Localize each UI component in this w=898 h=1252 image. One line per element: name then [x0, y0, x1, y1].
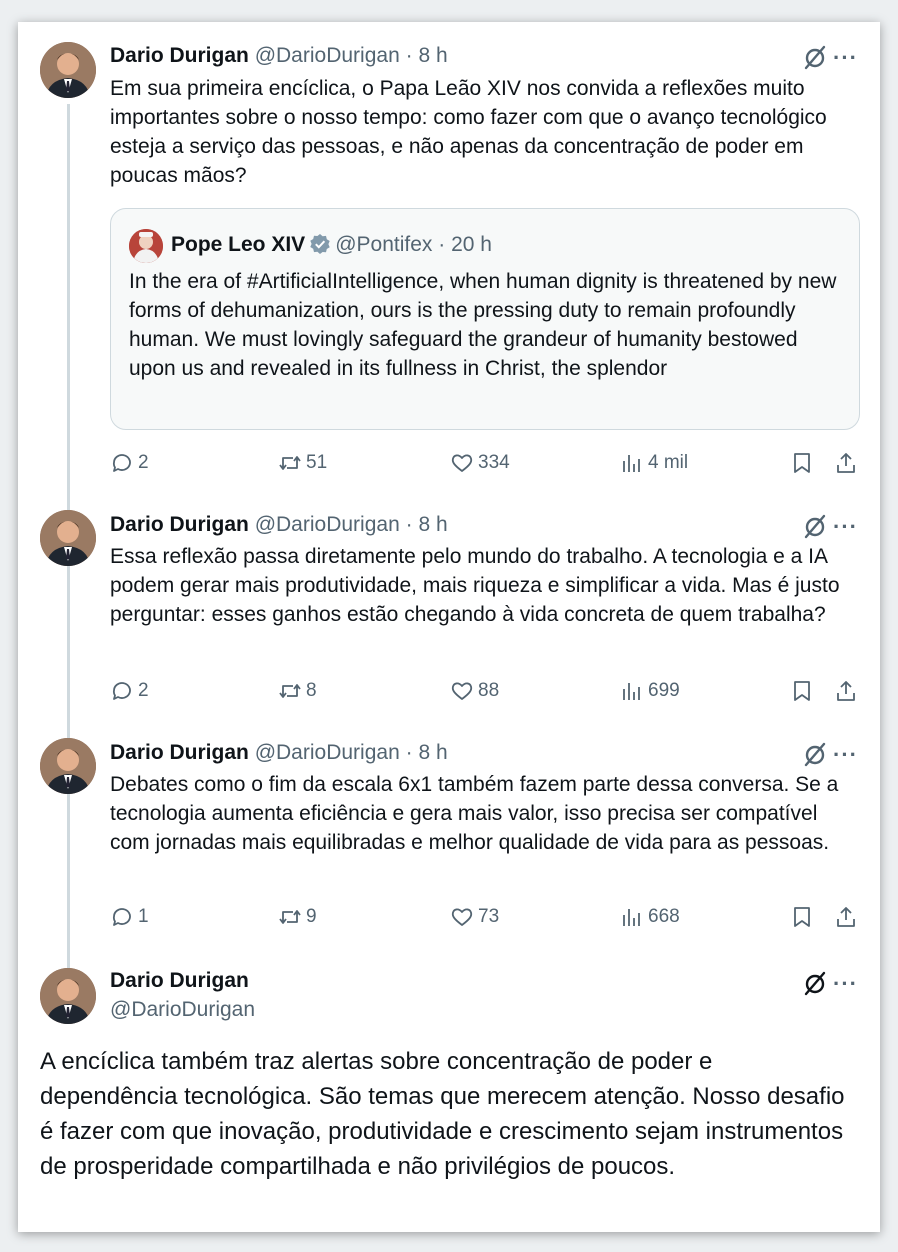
author-handle[interactable]: @DarioDurigan [110, 995, 255, 1024]
bookmark-button[interactable] [790, 448, 818, 478]
grok-icon[interactable] [802, 970, 828, 996]
view-count: 699 [648, 680, 680, 701]
bookmark-button[interactable] [790, 676, 818, 706]
retweet-button[interactable]: 8 [278, 676, 317, 706]
author-handle[interactable]: @DarioDurigan [255, 741, 400, 764]
tweet-actions: 1 9 73 668 [110, 902, 862, 932]
views-icon [623, 683, 640, 700]
reply-icon [112, 682, 131, 700]
like-button[interactable]: 73 [450, 902, 499, 932]
tweet-actions: 2 51 334 4 mil [110, 448, 862, 478]
view-count: 4 mil [648, 452, 689, 473]
like-icon [451, 682, 473, 700]
timestamp[interactable]: 8 h [418, 741, 447, 764]
author-handle[interactable]: @DarioDurigan [255, 44, 400, 67]
share-icon [837, 681, 855, 701]
retweet-icon [279, 684, 301, 698]
reply-button[interactable]: 2 [110, 676, 149, 706]
share-button[interactable] [834, 448, 862, 478]
tweet-actions: 2 8 88 699 [110, 676, 862, 706]
retweet-button[interactable]: 9 [278, 902, 317, 932]
tweet-text: Em sua primeira encíclica, o Papa Leão X… [110, 77, 827, 187]
author-name[interactable]: Dario Durigan [110, 741, 249, 764]
views-icon [623, 909, 640, 926]
main-tweet-header: Dario Durigan @DarioDurigan [110, 966, 255, 1024]
grok-icon[interactable] [802, 741, 828, 767]
grok-icon[interactable] [802, 44, 828, 70]
timestamp[interactable]: 8 h [418, 513, 447, 536]
reply-button[interactable]: 2 [110, 448, 149, 478]
reply-icon [112, 908, 131, 926]
tweet-text: Essa reflexão passa diretamente pelo mun… [110, 545, 840, 626]
author-name[interactable]: Dario Durigan [110, 44, 249, 67]
avatar[interactable] [40, 738, 96, 794]
retweet-count: 51 [306, 452, 328, 473]
views-button[interactable]: 699 [620, 676, 680, 706]
retweet-icon [279, 910, 301, 924]
quoted-tweet[interactable]: Pope Leo XIV @Pontifex · 20 h In the era … [110, 208, 860, 430]
like-button[interactable]: 88 [450, 676, 499, 706]
reply-icon [112, 454, 131, 472]
separator-dot: · [405, 741, 413, 764]
main-tweet[interactable]: Dario Durigan @DarioDurigan ··· A encícl… [18, 950, 880, 1232]
reply-count: 1 [138, 906, 149, 927]
share-button[interactable] [834, 902, 862, 932]
like-count: 334 [478, 452, 510, 473]
thread-tweet-3[interactable]: Dario Durigan @DarioDurigan · 8 h ··· De… [18, 720, 880, 950]
tweet-text: Debates como o fim da escala 6x1 também … [110, 773, 839, 854]
thread-tweet-1[interactable]: Dario Durigan @DarioDurigan · 8 h ··· Em… [18, 22, 880, 492]
view-count: 668 [648, 906, 680, 927]
thread-tweet-2[interactable]: Dario Durigan @DarioDurigan · 8 h ··· Es… [18, 492, 880, 720]
quoted-author-name[interactable]: Pope Leo XIV [171, 233, 305, 256]
views-button[interactable]: 4 mil [620, 448, 688, 478]
separator-dot: · [405, 513, 413, 536]
more-icon[interactable]: ··· [833, 973, 858, 995]
timestamp[interactable]: 8 h [418, 44, 447, 67]
more-icon[interactable]: ··· [833, 47, 858, 69]
quoted-avatar[interactable] [129, 229, 163, 263]
quoted-tweet-text: In the era of #ArtificialIntelligence, w… [129, 270, 837, 380]
author-name[interactable]: Dario Durigan [110, 966, 255, 995]
like-count: 73 [478, 906, 500, 927]
separator-dot: · [438, 233, 446, 256]
quoted-timestamp[interactable]: 20 h [451, 233, 492, 256]
tweet-header: Dario Durigan @DarioDurigan · 8 h [110, 43, 448, 69]
retweet-icon [279, 456, 301, 470]
more-icon[interactable]: ··· [833, 744, 858, 766]
thread-card: Dario Durigan @DarioDurigan · 8 h ··· Em… [18, 22, 880, 1232]
like-icon [451, 454, 473, 472]
author-name[interactable]: Dario Durigan [110, 513, 249, 536]
grok-icon[interactable] [802, 513, 828, 539]
bookmark-icon [794, 907, 810, 927]
share-button[interactable] [834, 676, 862, 706]
reply-count: 2 [138, 452, 149, 473]
bookmark-icon [794, 681, 810, 701]
quoted-author-handle[interactable]: @Pontifex [335, 233, 432, 256]
retweet-button[interactable]: 51 [278, 448, 327, 478]
bookmark-button[interactable] [790, 902, 818, 932]
quoted-header: Pope Leo XIV @Pontifex · 20 h [171, 231, 492, 259]
avatar[interactable] [40, 968, 96, 1024]
separator-dot: · [405, 44, 413, 67]
tweet-header: Dario Durigan @DarioDurigan · 8 h [110, 740, 448, 766]
share-icon [837, 907, 855, 927]
reply-button[interactable]: 1 [110, 902, 149, 932]
reply-count: 2 [138, 680, 149, 701]
verified-badge-icon [310, 234, 330, 254]
retweet-count: 8 [306, 680, 317, 701]
avatar[interactable] [40, 510, 96, 566]
main-tweet-text: A encíclica também traz alertas sobre co… [40, 1048, 845, 1180]
like-button[interactable]: 334 [450, 448, 510, 478]
views-button[interactable]: 668 [620, 902, 680, 932]
bookmark-icon [794, 453, 810, 473]
tweet-header: Dario Durigan @DarioDurigan · 8 h [110, 512, 448, 538]
retweet-count: 9 [306, 906, 317, 927]
views-icon [623, 455, 640, 472]
more-icon[interactable]: ··· [833, 516, 858, 538]
share-icon [837, 453, 855, 473]
avatar[interactable] [40, 42, 96, 98]
like-icon [451, 908, 473, 926]
like-count: 88 [478, 680, 500, 701]
author-handle[interactable]: @DarioDurigan [255, 513, 400, 536]
